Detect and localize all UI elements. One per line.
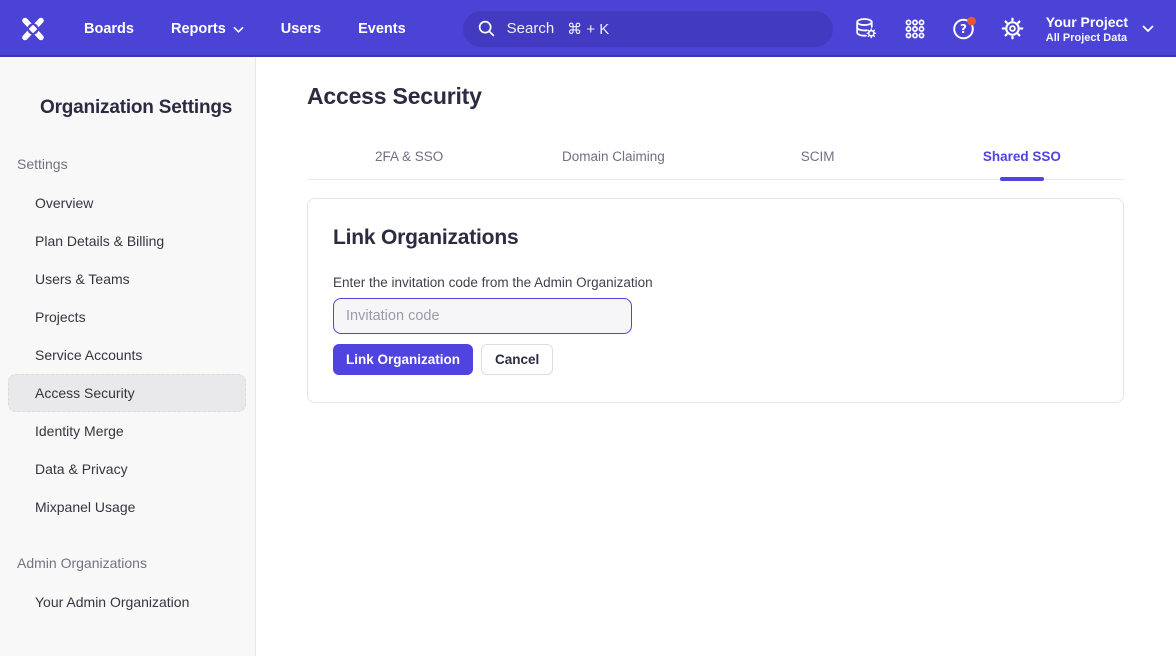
- search-shortcut: ⌘ + K: [567, 20, 609, 38]
- project-name: Your Project: [1046, 13, 1128, 31]
- sidebar-title: Organization Settings: [40, 97, 255, 119]
- tab-scim[interactable]: SCIM: [716, 149, 920, 179]
- top-navbar: Boards Reports Users Events Search ⌘ + K: [0, 0, 1176, 57]
- sidebar-item-plan-details-billing[interactable]: Plan Details & Billing: [8, 222, 246, 260]
- svg-text:?: ?: [960, 22, 967, 36]
- sidebar-item-mixpanel-usage[interactable]: Mixpanel Usage: [8, 488, 246, 526]
- main-content: Access Security 2FA & SSO Domain Claimin…: [256, 57, 1176, 656]
- search-placeholder: Search: [507, 20, 555, 37]
- admin-organizations-list: Your Admin Organization: [0, 583, 255, 621]
- search-icon: [477, 19, 496, 38]
- tab-label: SCIM: [801, 149, 835, 164]
- link-organization-button[interactable]: Link Organization: [333, 344, 473, 375]
- sidebar-item-projects[interactable]: Projects: [8, 298, 246, 336]
- nav-reports-label: Reports: [171, 21, 226, 37]
- sidebar-item-your-admin-organization[interactable]: Your Admin Organization: [8, 583, 246, 621]
- page: Boards Reports Users Events Search ⌘ + K: [0, 0, 1176, 656]
- nav-boards[interactable]: Boards: [84, 21, 134, 37]
- cancel-button[interactable]: Cancel: [481, 344, 553, 375]
- tab-2fa-sso[interactable]: 2FA & SSO: [307, 149, 511, 179]
- notification-dot: [967, 16, 976, 25]
- chevron-down-icon: [233, 26, 244, 34]
- project-dataset: All Project Data: [1046, 31, 1128, 45]
- settings-list: Overview Plan Details & Billing Users & …: [0, 184, 255, 526]
- sidebar-item-service-accounts[interactable]: Service Accounts: [8, 336, 246, 374]
- navbar-icon-group: ?: [853, 16, 1026, 42]
- mixpanel-logo-icon[interactable]: [18, 14, 48, 44]
- tab-label: 2FA & SSO: [375, 149, 443, 164]
- invitation-code-label: Enter the invitation code from the Admin…: [333, 275, 1098, 290]
- section-header-settings: Settings: [17, 156, 255, 172]
- access-security-tabs: 2FA & SSO Domain Claiming SCIM Shared SS…: [307, 149, 1124, 180]
- settings-gear-icon[interactable]: [1000, 16, 1026, 42]
- active-tab-indicator: [1000, 177, 1044, 181]
- tab-domain-claiming[interactable]: Domain Claiming: [511, 149, 715, 179]
- nav-events[interactable]: Events: [358, 21, 406, 37]
- chevron-down-icon: [1142, 25, 1154, 33]
- project-info: Your Project All Project Data: [1046, 13, 1128, 45]
- link-organizations-card: Link Organizations Enter the invitation …: [307, 198, 1124, 403]
- sidebar-item-access-security[interactable]: Access Security: [8, 374, 246, 412]
- tab-label: Domain Claiming: [562, 149, 665, 164]
- card-title: Link Organizations: [333, 226, 1098, 250]
- sidebar-item-overview[interactable]: Overview: [8, 184, 246, 222]
- global-search-input[interactable]: Search ⌘ + K: [463, 11, 833, 47]
- apps-grid-icon[interactable]: [902, 16, 928, 42]
- settings-sidebar: Organization Settings Settings Overview …: [0, 57, 256, 656]
- data-management-icon[interactable]: [853, 16, 879, 42]
- page-title: Access Security: [307, 83, 1124, 110]
- invitation-code-input[interactable]: [333, 298, 632, 334]
- sidebar-item-data-privacy[interactable]: Data & Privacy: [8, 450, 246, 488]
- help-icon[interactable]: ?: [951, 16, 977, 42]
- section-header-admin-organizations: Admin Organizations: [17, 555, 255, 571]
- primary-nav: Boards Reports Users Events: [84, 21, 406, 37]
- tab-label: Shared SSO: [983, 149, 1061, 164]
- card-actions: Link Organization Cancel: [333, 344, 1098, 375]
- nav-users[interactable]: Users: [281, 21, 321, 37]
- nav-reports[interactable]: Reports: [171, 21, 244, 37]
- tab-shared-sso[interactable]: Shared SSO: [920, 149, 1124, 179]
- sidebar-item-identity-merge[interactable]: Identity Merge: [8, 412, 246, 450]
- project-switcher[interactable]: Your Project All Project Data: [1046, 13, 1160, 45]
- sidebar-item-users-teams[interactable]: Users & Teams: [8, 260, 246, 298]
